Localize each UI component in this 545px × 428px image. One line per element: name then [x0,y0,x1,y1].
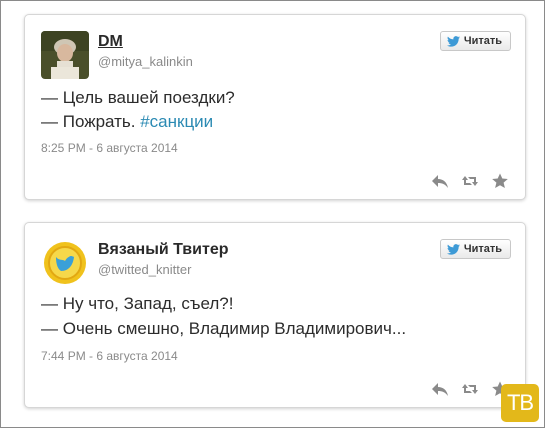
timestamp[interactable]: 7:44 PM - 6 августа 2014 [41,349,178,363]
display-name[interactable]: DM [98,33,123,51]
hashtag-link[interactable]: #санкции [140,112,213,131]
tweet-text-line-2: — Очень смешно, Владимир Владимирович... [41,319,407,338]
avatar[interactable] [41,31,89,79]
twitter-bird-icon [446,35,460,47]
tweet-text-line-1: — Цель вашей поездки? [41,88,235,107]
tweet-actions [431,381,509,397]
follow-label: Читать [463,243,502,255]
tweet-actions [431,173,509,189]
user-handle[interactable]: @twitted_knitter [98,262,191,277]
retweet-icon[interactable] [461,381,479,397]
tweet-text: — Пожрать. [41,112,141,131]
reply-icon[interactable] [431,173,449,189]
retweet-icon[interactable] [461,173,479,189]
tweet-card-2: Вязаный Твитер @twitted_knitter Читать —… [24,222,526,408]
avatar[interactable] [41,239,89,287]
follow-label: Читать [463,35,502,47]
timestamp[interactable]: 8:25 PM - 6 августа 2014 [41,141,178,155]
user-handle[interactable]: @mitya_kalinkin [98,54,193,69]
favorite-icon[interactable] [491,173,509,189]
display-name[interactable]: Вязаный Твитер [98,241,228,259]
follow-button[interactable]: Читать [439,239,511,259]
twitter-bird-icon [446,243,460,255]
reply-icon[interactable] [431,381,449,397]
tweet-text-line-2: — Пожрать. #санкции [41,112,213,132]
follow-button[interactable]: Читать [439,31,511,51]
tweet-card-1: DM @mitya_kalinkin Читать — Цель вашей п… [24,14,526,200]
tweet-text-line-1: — Ну что, Запад, съел?! [41,294,234,313]
watermark-text: ТВ [506,390,534,415]
watermark-logo: ТВ [501,384,539,422]
